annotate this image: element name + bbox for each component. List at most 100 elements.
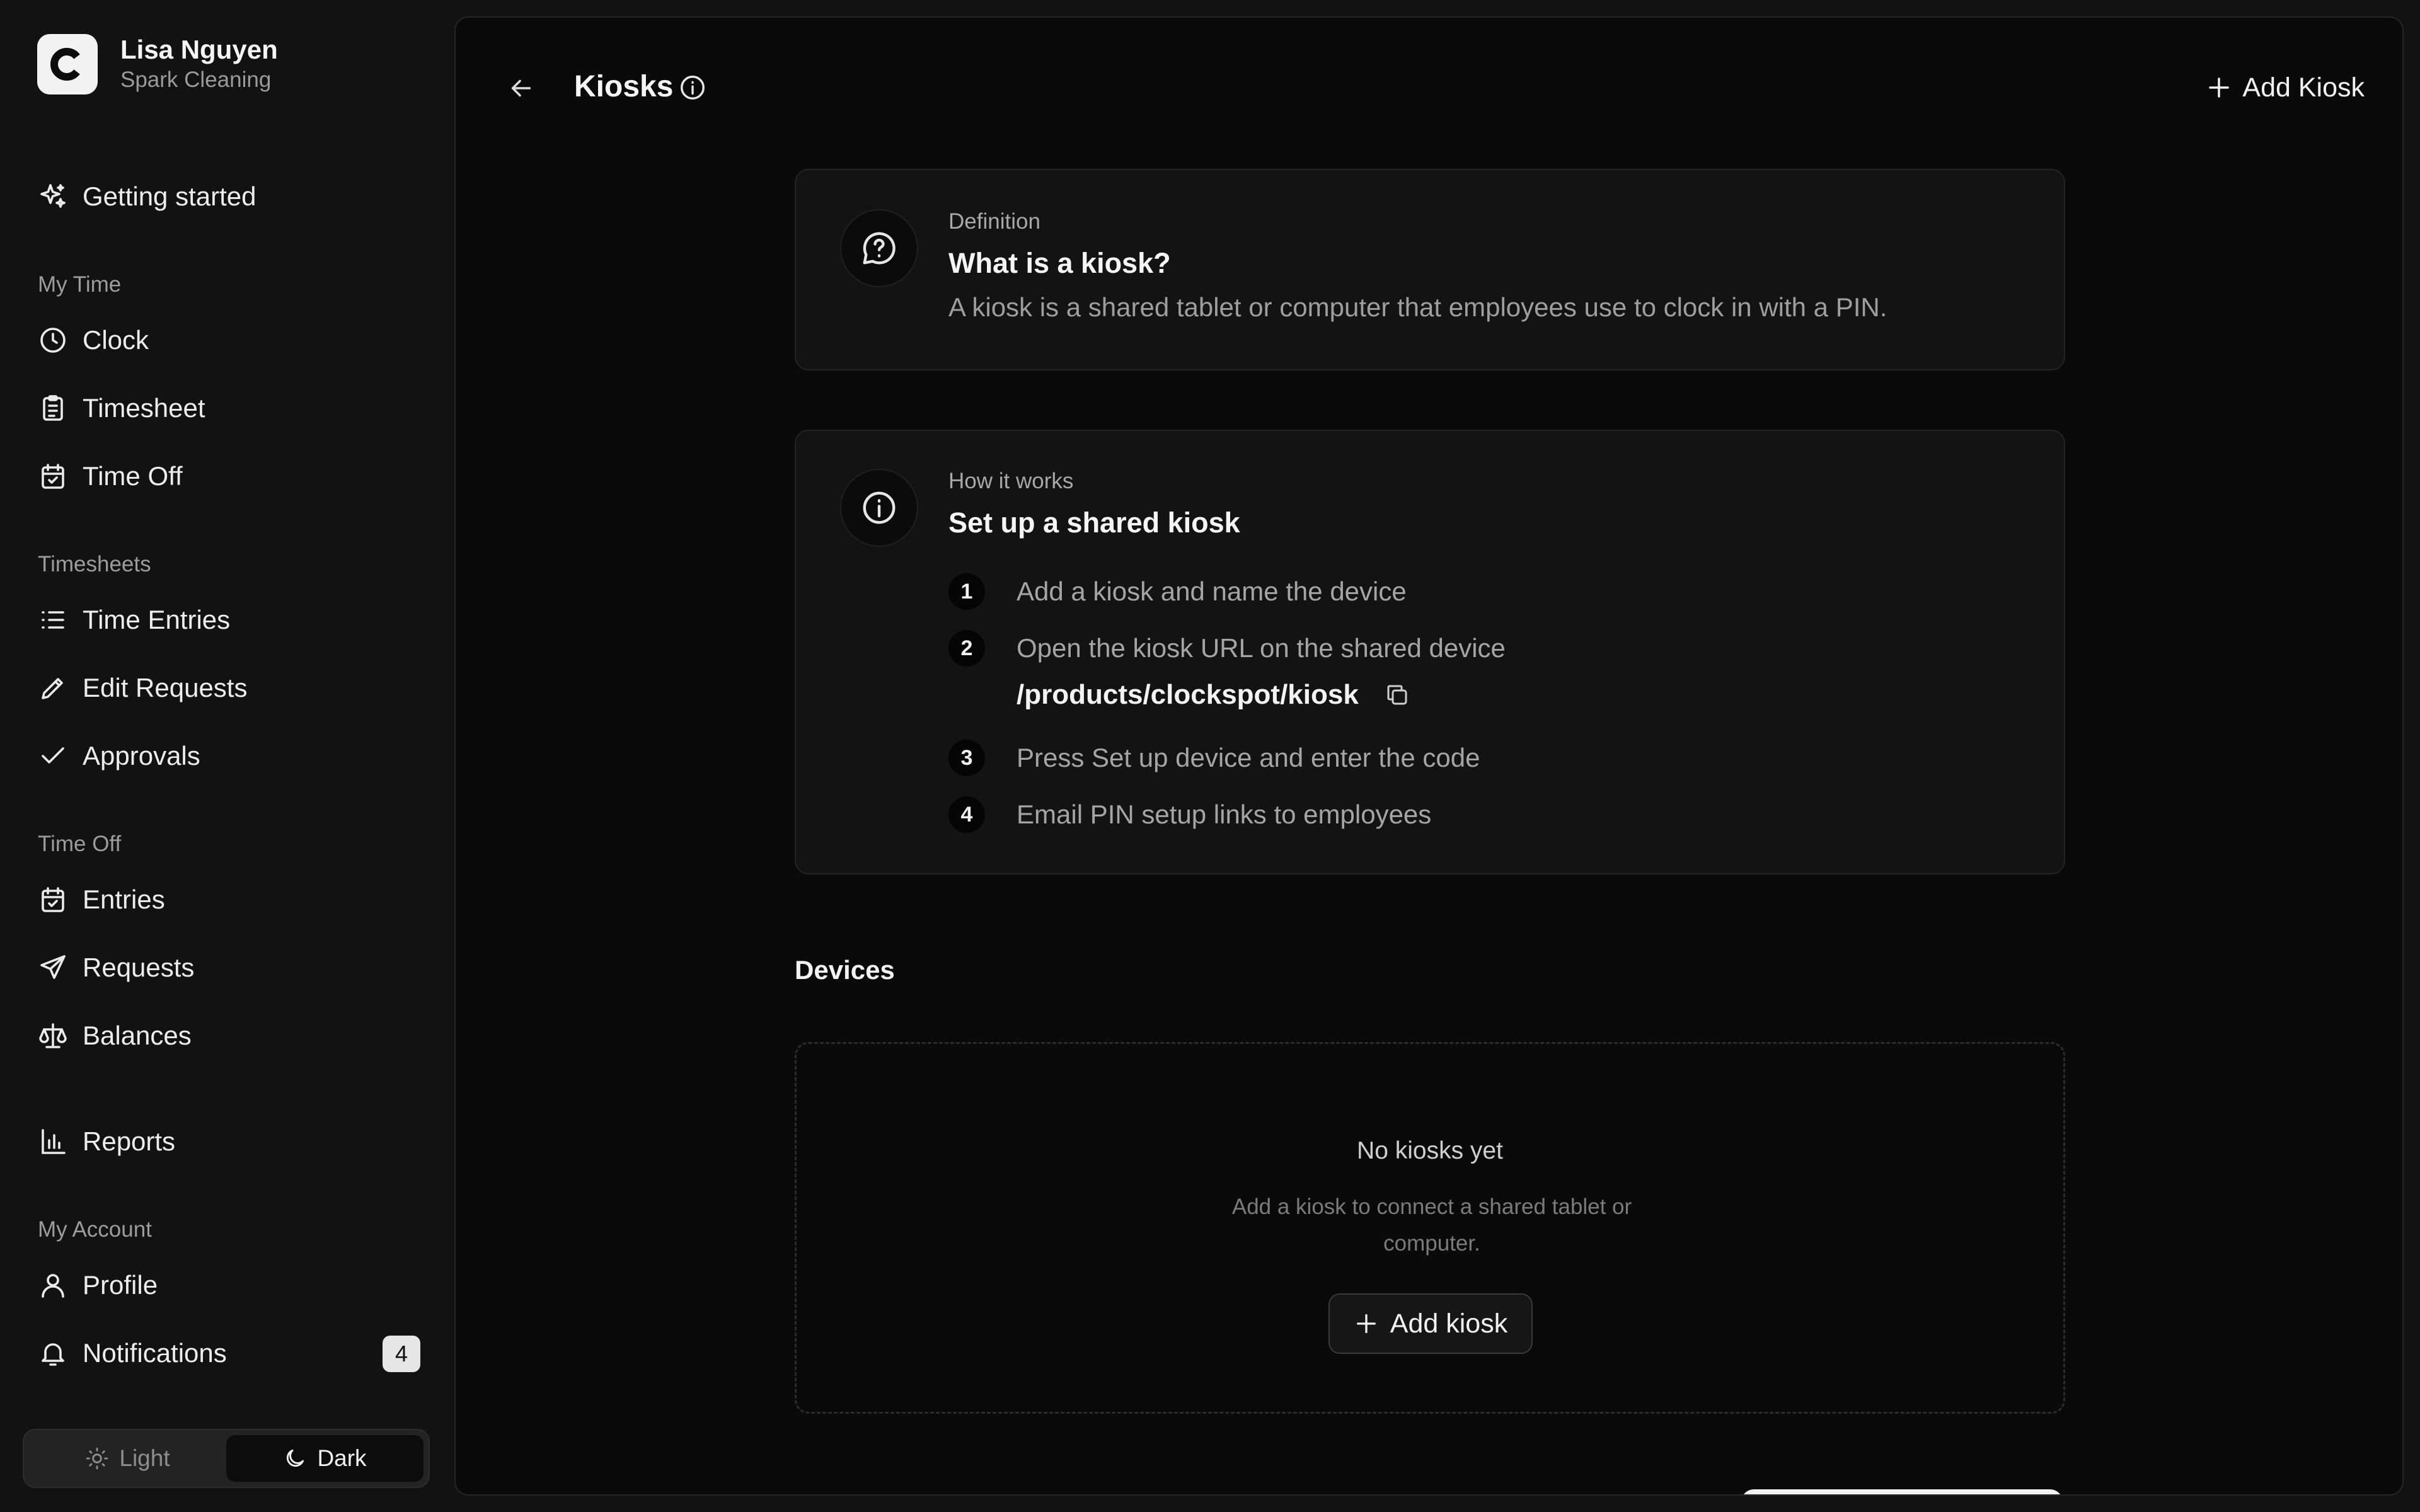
arrow-left-icon — [511, 79, 531, 97]
plus-icon — [2209, 77, 2230, 98]
add-kiosk-empty-label: Add kiosk — [1390, 1308, 1508, 1339]
sidebar-item-time-off[interactable]: Time Off — [37, 454, 422, 499]
sidebar-item-label: Getting started — [83, 181, 256, 211]
moon-icon — [287, 1449, 304, 1467]
plus-icon — [1356, 1314, 1376, 1333]
section-my-account: My Account — [38, 1217, 152, 1242]
theme-light-label: Light — [119, 1445, 170, 1471]
org-name: Spark Cleaning — [120, 67, 272, 92]
sidebar-item-label: Entries — [83, 885, 165, 914]
calendar-check-icon — [37, 884, 69, 915]
back-button[interactable] — [504, 71, 539, 106]
sidebar-item-label: Time Entries — [83, 605, 231, 634]
definition-card: Definition What is a kiosk? A kiosk is a… — [795, 169, 2065, 370]
add-kiosk-label: Add Kiosk — [2242, 72, 2365, 103]
add-kiosk-empty-button[interactable]: Add kiosk — [1328, 1293, 1533, 1354]
step-item: 2 Open the kiosk URL on the shared devic… — [948, 630, 1506, 667]
pencil-icon — [37, 672, 69, 704]
empty-description: Add a kiosk to connect a shared tablet o… — [1231, 1194, 1632, 1256]
step-text: Add a kiosk and name the device — [1017, 576, 1407, 606]
sun-icon — [86, 1447, 108, 1470]
app-root: Lisa Nguyen Spark Cleaning Getting start… — [0, 0, 2420, 1512]
step-number: 1 — [948, 573, 985, 610]
check-icon — [37, 740, 69, 772]
definition-text: A kiosk is a shared tablet or computer t… — [948, 292, 1887, 322]
bell-icon — [37, 1337, 69, 1369]
account-switcher[interactable]: Lisa Nguyen Spark Cleaning — [37, 34, 278, 94]
step-number: 2 — [948, 630, 985, 667]
sidebar-item-time-entries[interactable]: Time Entries — [37, 597, 422, 643]
sidebar-item-reports[interactable]: Reports — [37, 1119, 422, 1164]
main-panel: Kiosks Add Kiosk Definition What is a ki… — [454, 16, 2404, 1496]
sidebar-item-label: Requests — [83, 953, 195, 982]
theme-light-button[interactable]: Light — [29, 1435, 226, 1482]
sidebar: Lisa Nguyen Spark Cleaning Getting start… — [0, 0, 454, 1512]
sidebar-item-getting-started[interactable]: Getting started — [37, 174, 422, 219]
how-it-works-heading: Set up a shared kiosk — [948, 507, 1240, 539]
section-my-time: My Time — [38, 272, 122, 297]
kiosk-url[interactable]: /products/clockspot/kiosk — [1017, 679, 1359, 711]
sidebar-item-approvals[interactable]: Approvals — [37, 733, 422, 779]
send-icon — [37, 952, 69, 983]
info-icon[interactable] — [678, 73, 707, 102]
copy-icon — [1387, 685, 1407, 705]
step-text: Press Set up device and enter the code — [1017, 743, 1480, 772]
sidebar-item-label: Timesheet — [83, 393, 205, 423]
step-item: 4 Email PIN setup links to employees — [948, 796, 1431, 833]
theme-dark-label: Dark — [317, 1445, 367, 1471]
sidebar-item-label: Time Off — [83, 461, 183, 491]
clipboard-list-icon — [37, 392, 69, 424]
how-it-works-kicker: How it works — [948, 469, 1074, 493]
scale-icon — [37, 1020, 69, 1051]
sidebar-item-notifications[interactable]: Notifications 4 — [37, 1331, 422, 1376]
how-it-works-card: How it works Set up a shared kiosk 1 Add… — [795, 430, 2065, 874]
user-icon — [37, 1269, 69, 1301]
step-text: Email PIN setup links to employees — [1017, 799, 1432, 829]
definition-heading: What is a kiosk? — [948, 247, 1171, 279]
sidebar-item-label: Edit Requests — [83, 673, 248, 702]
step-number: 4 — [948, 796, 985, 833]
step-item: 3 Press Set up device and enter the code — [948, 740, 1480, 776]
add-kiosk-button[interactable]: Add Kiosk — [2206, 67, 2365, 108]
step-text: Open the kiosk URL on the shared device — [1017, 633, 1506, 663]
sidebar-item-label: Profile — [83, 1270, 158, 1300]
step-number: 3 — [948, 740, 985, 776]
devices-empty-state: No kiosks yet Add a kiosk to connect a s… — [795, 1042, 2065, 1414]
how-it-works-icon-wrap — [840, 469, 918, 547]
list-icon — [37, 604, 69, 636]
section-timesheets: Timesheets — [38, 552, 151, 576]
sidebar-item-label: Balances — [83, 1021, 192, 1050]
empty-title: No kiosks yet — [1357, 1137, 1503, 1164]
help-bubble-icon — [863, 232, 896, 265]
page-title: Kiosks — [574, 70, 674, 103]
c-logo-icon — [50, 48, 80, 81]
clock-icon — [37, 324, 69, 356]
notifications-badge: 4 — [383, 1336, 420, 1372]
definition-kicker: Definition — [948, 209, 1040, 234]
sidebar-item-timesheet[interactable]: Timesheet — [37, 386, 422, 431]
sidebar-item-entries[interactable]: Entries — [37, 877, 422, 922]
kiosk-url-row: /products/clockspot/kiosk — [1017, 679, 1412, 711]
theme-switch: Light Dark — [23, 1429, 430, 1488]
bar-chart-icon — [37, 1126, 69, 1157]
sidebar-item-edit-requests[interactable]: Edit Requests — [37, 665, 422, 711]
calendar-check-icon — [37, 461, 69, 492]
info-circle-icon — [863, 491, 896, 524]
sidebar-item-balances[interactable]: Balances — [37, 1013, 422, 1058]
sidebar-item-label: Approvals — [83, 741, 200, 770]
definition-icon-wrap — [840, 209, 918, 287]
sidebar-item-label: Notifications — [83, 1338, 227, 1368]
section-time-off: Time Off — [38, 832, 122, 856]
company-logo — [37, 34, 98, 94]
devices-heading: Devices — [795, 955, 895, 985]
sidebar-item-requests[interactable]: Requests — [37, 945, 422, 990]
copy-url-button[interactable] — [1383, 680, 1412, 709]
user-name: Lisa Nguyen — [120, 35, 278, 64]
toast-edge — [1741, 1489, 2063, 1494]
sparkles-icon — [37, 181, 69, 212]
sidebar-item-label: Clock — [83, 325, 149, 355]
sidebar-item-profile[interactable]: Profile — [37, 1263, 422, 1308]
sidebar-item-label: Reports — [83, 1126, 176, 1156]
sidebar-item-clock[interactable]: Clock — [37, 318, 422, 363]
theme-dark-button[interactable]: Dark — [226, 1435, 424, 1482]
